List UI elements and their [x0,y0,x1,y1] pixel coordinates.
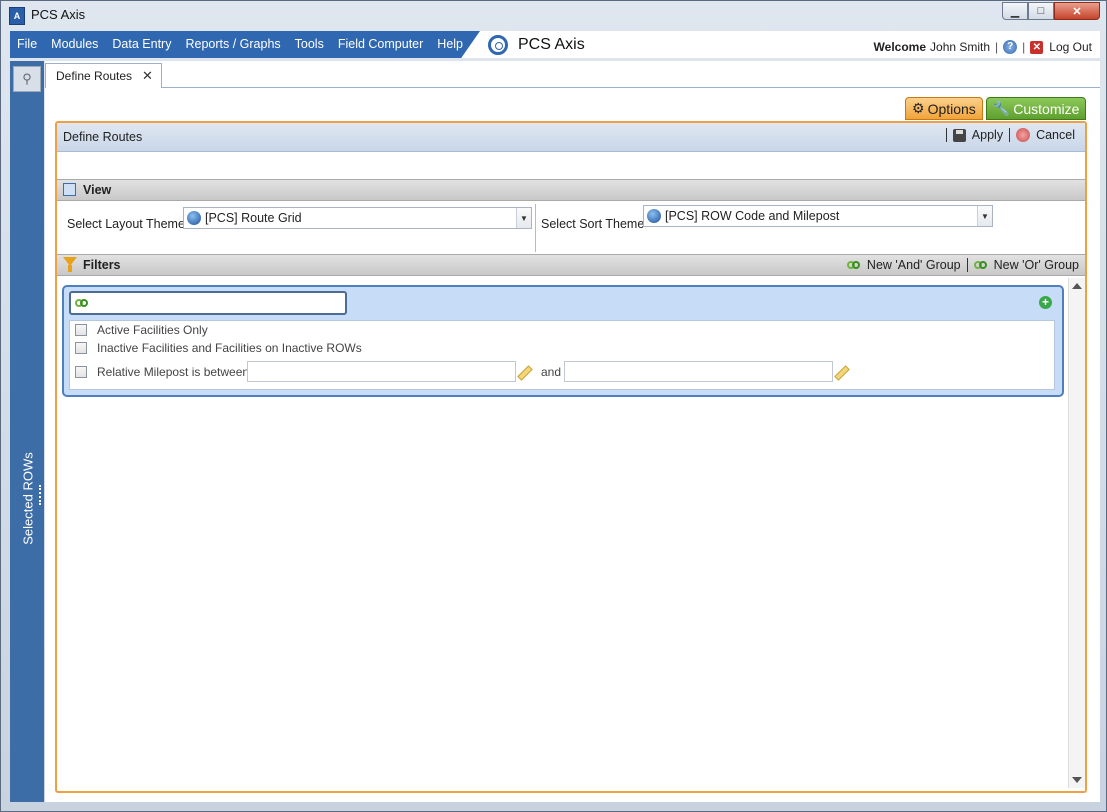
milepost-and-label: and [541,365,562,379]
layout-theme-label: Select Layout Theme [67,217,185,231]
add-filter-icon[interactable]: + [1039,296,1052,309]
globe-icon [647,209,661,223]
separator: | [1022,40,1026,54]
menu-bar: File Modules Data Entry Reports / Graphs… [10,31,1100,58]
scroll-up-icon[interactable] [1072,283,1082,289]
selected-rows-sidebar[interactable]: ⚲ Selected ROWs [10,61,44,802]
milepost-checkbox[interactable] [75,366,87,378]
maximize-button[interactable]: □ [1028,2,1054,20]
menu-reports-graphs[interactable]: Reports / Graphs [178,31,287,58]
app-icon: A [9,7,25,25]
tab-strip: Define Routes ✕ [45,61,1100,88]
wrench-icon: 🔧 [992,100,1011,116]
menu-help[interactable]: Help [430,31,470,58]
view-section-header[interactable]: View [57,179,1085,201]
define-routes-panel: Define Routes Apply Cancel View Select L… [55,121,1087,793]
menu-field-computer[interactable]: Field Computer [331,31,430,58]
funnel-icon [63,257,77,272]
apply-button[interactable]: Apply [972,128,1003,142]
separator [945,128,947,142]
resize-grip-icon[interactable] [39,485,43,505]
customize-label: Customize [1013,100,1080,117]
menu-data-entry[interactable]: Data Entry [105,31,178,58]
globe-icon [187,211,201,225]
panel-header: Define Routes Apply Cancel [57,123,1085,152]
menu-tools[interactable]: Tools [288,31,331,58]
logout-link[interactable]: Log Out [1049,40,1092,54]
app-window: A PCS Axis ▁ □ ✕ File Modules Data Entry… [0,0,1107,812]
options-label: Options [927,100,976,117]
user-box: Welcome John Smith | ? | ✕ Log Out [874,40,1092,54]
sort-theme-select[interactable]: [PCS] ROW Code and Milepost ▼ [643,205,993,227]
and-group-icon [846,260,860,270]
panel-title: Define Routes [63,130,143,144]
filter-label: Relative Milepost is between [97,365,250,379]
new-and-group-link[interactable]: New 'And' Group [867,258,961,272]
panel-actions: Apply Cancel [940,128,1075,142]
filter-row-active: Active Facilities Only [75,323,208,337]
filters-title: Filters [83,258,121,272]
main-menu: File Modules Data Entry Reports / Graphs… [10,31,470,58]
or-group-icon [973,260,987,270]
vertical-scrollbar[interactable] [1068,278,1085,788]
view-divider [535,204,536,252]
welcome-label: Welcome [873,40,927,54]
separator [1009,128,1011,142]
milepost-from-input[interactable] [247,361,516,382]
milepost-to-input[interactable] [564,361,833,382]
separator [966,258,968,272]
options-button[interactable]: ⚙ Options [905,97,983,120]
filter-label: Inactive Facilities and Facilities on In… [97,341,362,355]
filter-row-milepost: Relative Milepost is between [75,365,249,379]
filter-row-inactive: Inactive Facilities and Facilities on In… [75,341,362,355]
tab-define-routes[interactable]: Define Routes ✕ [45,63,162,88]
view-grid-icon [63,183,76,196]
menu-modules[interactable]: Modules [44,31,105,58]
search-icon[interactable]: ⚲ [13,66,41,92]
title-bar: A PCS Axis ▁ □ ✕ [1,1,1106,29]
options-bar: ⚙ Options 🔧 Customize [905,97,1089,120]
window-title: PCS Axis [31,7,86,22]
logout-icon[interactable]: ✕ [1030,40,1044,54]
scroll-down-icon[interactable] [1072,777,1082,783]
customize-button[interactable]: 🔧 Customize [985,97,1087,120]
filters-section-header: Filters New 'And' Group New 'Or' Group [57,254,1085,276]
filter-group: + Active Facilities Only Inactive Facili… [62,285,1064,397]
chevron-down-icon[interactable]: ▼ [977,206,992,226]
minimize-button[interactable]: ▁ [1002,2,1028,20]
filter-group-body: Active Facilities Only Inactive Faciliti… [69,320,1055,390]
help-icon[interactable]: ? [1003,40,1018,54]
sort-theme-value: [PCS] ROW Code and Milepost [665,209,840,223]
inactive-facilities-checkbox[interactable] [75,342,87,354]
tab-close-icon[interactable]: ✕ [142,68,153,84]
cancel-button[interactable]: Cancel [1036,128,1075,142]
filter-group-actions: New 'And' Group New 'Or' Group [846,258,1079,272]
window-controls: ▁ □ ✕ [1002,2,1100,22]
pcs-logo-icon [488,35,508,55]
sidebar-label[interactable]: Selected ROWs [21,434,36,564]
brand-name: PCS Axis [518,36,585,53]
menu-file[interactable]: File [10,31,44,58]
cancel-icon [1016,128,1031,142]
layout-theme-value: [PCS] Route Grid [205,211,302,225]
tab-label: Define Routes [56,69,133,83]
pencil-icon[interactable] [834,365,850,381]
view-title: View [83,183,112,197]
new-or-group-link[interactable]: New 'Or' Group [994,258,1079,272]
and-group-icon [75,299,88,308]
layout-theme-select[interactable]: [PCS] Route Grid ▼ [183,207,532,229]
pencil-icon[interactable] [517,365,533,381]
gear-icon: ⚙ [912,100,925,116]
filter-label: Active Facilities Only [97,323,208,337]
active-facilities-checkbox[interactable] [75,324,87,336]
group-name-input[interactable] [69,291,347,315]
save-icon [952,128,966,142]
brand: PCS Axis [488,35,585,55]
content-area: Define Routes ✕ ⚙ Options 🔧 Customize De… [45,61,1100,802]
separator: | [995,40,999,54]
close-button[interactable]: ✕ [1054,2,1100,20]
user-name: John Smith [930,40,991,54]
chevron-down-icon[interactable]: ▼ [516,208,531,228]
sort-theme-label: Select Sort Theme [541,217,645,231]
